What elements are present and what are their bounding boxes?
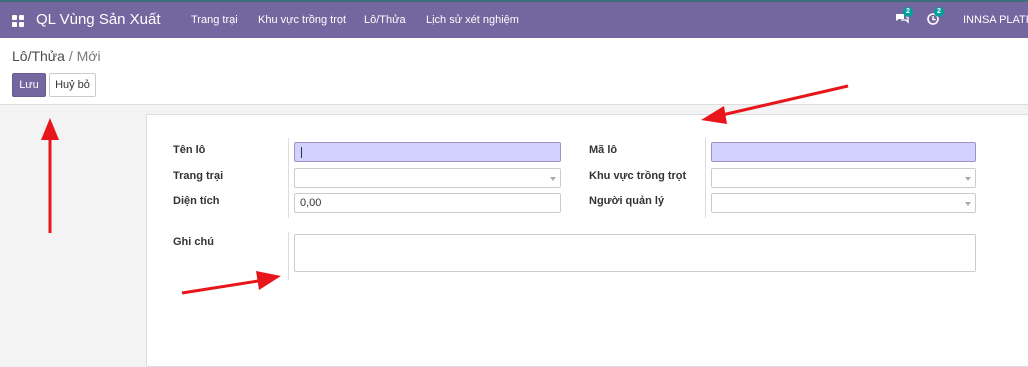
chevron-down-icon bbox=[965, 202, 971, 206]
app-title[interactable]: QL Vùng Sản Xuất bbox=[36, 11, 161, 28]
app-grid-icon[interactable] bbox=[12, 15, 24, 27]
menu-item-farm[interactable]: Trang trại bbox=[191, 14, 238, 26]
menu-item-lot[interactable]: Lô/Thửa bbox=[364, 14, 406, 26]
company-switcher[interactable]: INNSA PLATF bbox=[963, 14, 1028, 26]
discard-button[interactable]: Huỷ bỏ bbox=[49, 73, 96, 97]
save-button[interactable]: Lưu bbox=[12, 73, 46, 97]
lot-name-input[interactable] bbox=[294, 142, 561, 162]
note-label: Ghi chú bbox=[173, 236, 214, 248]
area-label: Diện tích bbox=[173, 195, 220, 207]
breadcrumb-current: Mới bbox=[76, 48, 101, 64]
breadcrumb: Lô/Thửa / Mới bbox=[12, 48, 101, 64]
growing-zone-label: Khu vực trồng trọt bbox=[589, 170, 687, 182]
breadcrumb-parent[interactable]: Lô/Thửa bbox=[12, 48, 65, 64]
lot-code-input[interactable] bbox=[711, 142, 976, 162]
messages-badge: 2 bbox=[903, 7, 913, 17]
top-navbar: QL Vùng Sản Xuất Trang trại Khu vực trồn… bbox=[0, 0, 1028, 38]
growing-zone-select[interactable] bbox=[711, 168, 976, 188]
chevron-down-icon bbox=[550, 177, 556, 181]
menu-item-growing-zone[interactable]: Khu vực trồng trọt bbox=[258, 14, 346, 26]
menu-item-test-history[interactable]: Lịch sử xét nghiệm bbox=[426, 14, 519, 26]
activities-badge: 2 bbox=[934, 7, 944, 17]
label-divider bbox=[288, 138, 289, 218]
lot-code-label: Mã lô bbox=[589, 144, 618, 156]
manager-select[interactable] bbox=[711, 193, 976, 213]
breadcrumb-separator: / bbox=[68, 48, 73, 64]
manager-label: Người quản lý bbox=[589, 195, 665, 207]
chevron-down-icon bbox=[965, 177, 971, 181]
messages-icon[interactable]: 2 bbox=[895, 7, 913, 28]
farm-label: Trang trại bbox=[173, 170, 224, 182]
note-divider bbox=[288, 232, 289, 280]
lot-name-label: Tên lô bbox=[173, 144, 206, 156]
activities-icon[interactable]: 2 bbox=[926, 7, 944, 28]
text-cursor bbox=[301, 147, 302, 158]
farm-select[interactable] bbox=[294, 168, 561, 188]
label-divider-right bbox=[705, 138, 706, 218]
note-textarea[interactable] bbox=[294, 234, 976, 272]
area-input[interactable]: 0,00 bbox=[294, 193, 561, 213]
